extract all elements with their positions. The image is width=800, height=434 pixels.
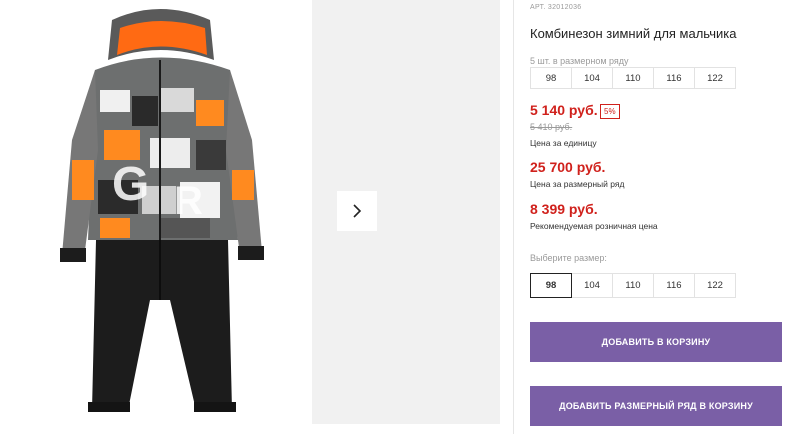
gallery-next-button[interactable] <box>337 191 377 231</box>
svg-text:G: G <box>112 158 149 211</box>
unit-price-caption: Цена за единицу <box>530 138 597 148</box>
set-size-cell: 104 <box>571 67 613 89</box>
size-option-104[interactable]: 104 <box>571 273 613 298</box>
add-set-to-cart-button[interactable]: ДОБАВИТЬ РАЗМЕРНЫЙ РЯД В КОРЗИНУ <box>530 386 782 426</box>
unit-price: 5 140 руб. <box>530 102 598 118</box>
set-count-note: 5 шт. в размерном ряду <box>530 56 629 66</box>
svg-text:R: R <box>174 179 203 223</box>
product-image[interactable]: G R <box>0 0 312 434</box>
discount-badge: 5% <box>600 104 620 119</box>
set-price: 25 700 руб. <box>530 159 606 175</box>
size-selector: 98 104 110 116 122 <box>530 273 736 298</box>
choose-size-label: Выберите размер: <box>530 253 607 263</box>
set-size-cell: 122 <box>694 67 736 89</box>
retail-price-caption: Рекомендуемая розничная цена <box>530 221 658 231</box>
retail-price: 8 399 руб. <box>530 201 598 217</box>
set-price-caption: Цена за размерный ряд <box>530 179 625 189</box>
snowsuit-image: G R <box>60 9 264 412</box>
old-price: 5 410 руб. <box>530 122 573 132</box>
set-size-cell: 98 <box>530 67 572 89</box>
product-title: Комбинезон зимний для мальчика <box>530 26 737 41</box>
size-option-116[interactable]: 116 <box>653 273 695 298</box>
set-size-cell: 116 <box>653 67 695 89</box>
set-sizes-row: 98 104 110 116 122 <box>530 67 736 89</box>
divider <box>513 0 514 434</box>
add-to-cart-button[interactable]: ДОБАВИТЬ В КОРЗИНУ <box>530 322 782 362</box>
size-option-98[interactable]: 98 <box>530 273 572 298</box>
set-size-cell: 110 <box>612 67 654 89</box>
size-option-122[interactable]: 122 <box>694 273 736 298</box>
chevron-right-icon <box>353 204 362 218</box>
product-sku: АРТ. 32012036 <box>530 4 582 11</box>
size-option-110[interactable]: 110 <box>612 273 654 298</box>
